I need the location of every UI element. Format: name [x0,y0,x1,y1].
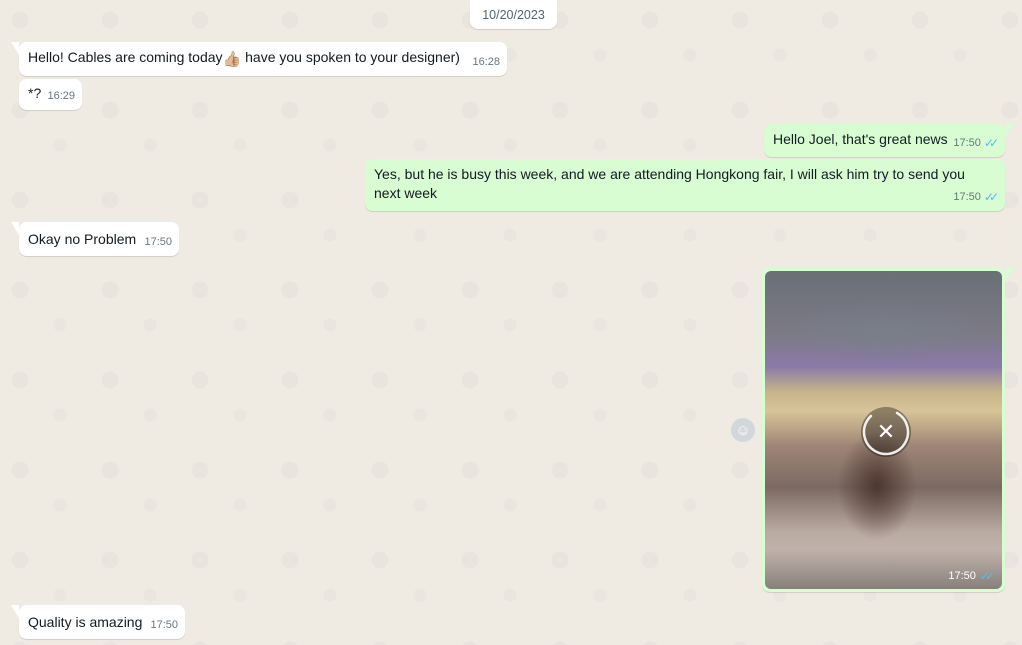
close-icon: ✕ [876,419,896,444]
blurred-image-preview: ✕ 17:50 ✓✓ [765,271,1002,589]
image-meta: 17:50 ✓✓ [948,569,995,583]
message-meta: 16:29 [47,87,75,106]
outgoing-image-message[interactable]: ✕ 17:50 ✓✓ [762,268,1013,592]
message-time: 17:50 [948,570,976,582]
incoming-message[interactable]: Okay no Problem 17:50 [11,222,179,256]
incoming-message[interactable]: *? 16:29 [19,79,82,110]
read-ticks-icon: ✓✓ [979,569,995,583]
incoming-message[interactable]: Hello! Cables are coming today👍🏼 have yo… [11,42,507,76]
message-meta: 17:50 ✓✓ [953,188,999,207]
message-text-part: Hello! Cables are coming today [28,49,223,65]
message-time: 17:50 [150,619,178,631]
message-meta: 16:28 [472,53,500,72]
message-time: 17:50 [144,236,172,248]
date-separator-label: 10/20/2023 [482,7,545,22]
message-meta: 17:50 ✓✓ [953,134,999,153]
cancel-upload-button[interactable]: ✕ [861,407,911,457]
message-meta: 17:50 [150,616,178,635]
outgoing-message[interactable]: Yes, but he is busy this week, and we ar… [365,159,1005,211]
message-text: Yes, but he is busy this week, and we ar… [374,166,969,201]
message-text: Hello! Cables are coming today👍🏼 have yo… [19,42,507,69]
image-blur-region [775,301,995,361]
thumbs-up-icon: 👍🏼 [222,51,242,68]
message-time: 16:28 [472,56,500,68]
message-meta: 17:50 [144,233,172,252]
message-time: 16:29 [47,90,75,102]
outgoing-message[interactable]: Hello Joel, that's great news 17:50 ✓✓ [764,124,1013,157]
read-ticks-icon: ✓✓ [983,136,999,150]
date-separator: 10/20/2023 [470,0,557,29]
read-ticks-icon: ✓✓ [983,190,999,204]
message-text-part: have you spoken to your designer) [241,49,460,65]
message-time: 17:50 [953,191,981,203]
message-time: 17:50 [953,137,981,149]
react-emoji-icon[interactable]: ☺ [731,418,755,442]
incoming-message[interactable]: Quality is amazing 17:50 [11,605,185,639]
